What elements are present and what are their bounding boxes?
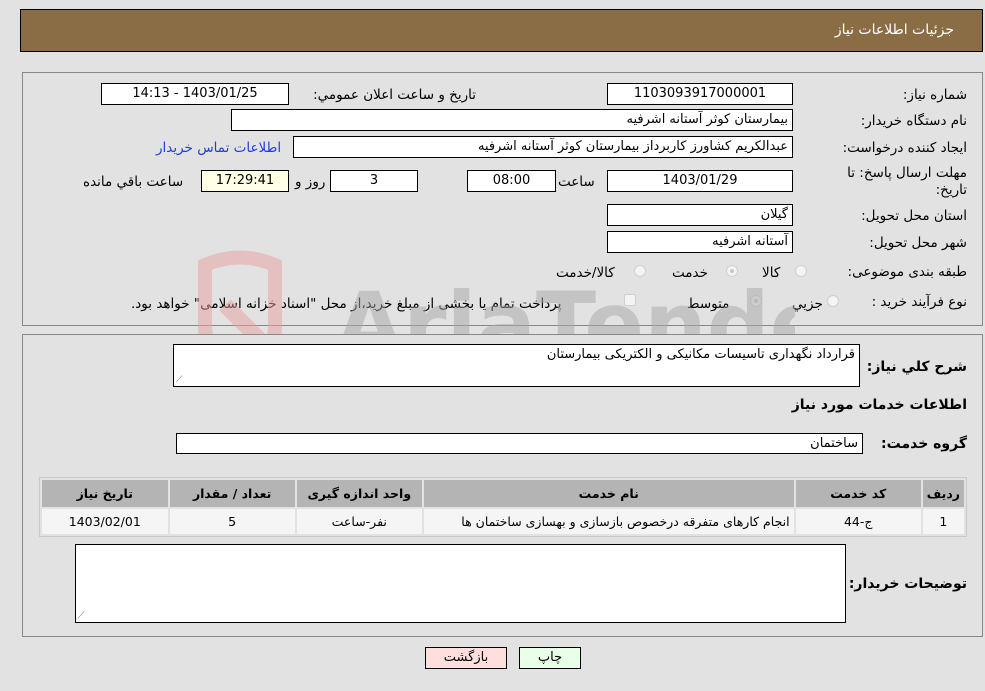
purchase-radio-minor[interactable] [827,295,839,307]
purchase-option-minor: جزيي [792,296,823,312]
cell-service-name: انجام کارهای متفرقه درخصوص بازسازی و بهس… [423,509,794,534]
days-label: روز و [295,174,326,190]
buyer-contact-link[interactable]: اطلاعات تماس خریدار [156,140,281,156]
description-text: قرارداد نگهداری تاسیسات مکانیکی و الکتری… [546,347,855,362]
category-radio-goods[interactable] [795,265,807,277]
table-header-row: ردیف کد خدمت نام خدمت واحد اندازه گیری ت… [42,480,964,507]
cell-need-date: 1403/02/01 [42,509,168,534]
deadline-date-field[interactable]: 1403/01/29 [607,170,793,192]
days-remaining-field[interactable]: 3 [330,170,418,192]
requester-field[interactable]: عبدالکریم کشاورز کاربرداز بیمارستان کوثر… [293,136,793,158]
province-label: استان محل تحویل: [861,208,967,224]
table-row: 1 ج-44 انجام کارهای متفرقه درخصوص بازساز… [42,509,964,534]
category-radio-goods-service[interactable] [634,265,646,277]
col-need-date: تاریخ نیاز [42,480,168,507]
purchase-radio-medium[interactable] [750,295,762,307]
page-title: جزئیات اطلاعات نیاز [834,22,954,38]
col-unit: واحد اندازه گیری [296,480,422,507]
resize-grip-icon[interactable]: ⟋ [176,376,185,385]
service-group-label: گروه خدمت: [881,436,967,452]
cell-service-code: ج-44 [795,509,921,534]
treasury-note: پرداخت تمام یا بخشی از مبلغ خرید،از محل … [131,296,562,312]
announce-datetime-label: تاریخ و ساعت اعلان عمومي: [313,87,476,103]
city-label: شهر محل تحویل: [869,235,967,251]
cell-row-number: 1 [922,509,964,534]
buyer-notes-label: توضیحات خریدار: [848,576,967,592]
time-remaining-label: ساعت باقي مانده [83,174,184,190]
cell-unit: نفر-ساعت [296,509,422,534]
category-radio-service[interactable] [726,265,738,277]
service-group-field[interactable]: ساختمان [176,433,863,454]
need-number-label: شماره نیاز: [902,87,967,103]
category-option-service: خدمت [672,265,708,281]
purchase-type-label: نوع فرآیند خرید : [871,294,967,310]
col-service-name: نام خدمت [423,480,794,507]
col-row-number: ردیف [922,480,964,507]
category-option-goods-service: کالا/خدمت [556,265,615,281]
requester-label: ایجاد کننده درخواست: [842,140,967,156]
category-label: طبقه بندی موضوعی: [847,264,967,280]
city-field[interactable]: آستانه اشرفیه [607,231,793,253]
purchase-option-medium: متوسط [687,296,730,312]
buyer-notes-textarea[interactable]: ⟋ [75,544,846,623]
back-button[interactable]: بازگشت [425,647,507,669]
cell-quantity: 5 [169,509,295,534]
treasury-checkbox[interactable] [624,294,636,306]
col-service-code: کد خدمت [795,480,921,507]
province-field[interactable]: گیلان [607,204,793,226]
deadline-label: مهلت ارسال پاسخ: تا تاریخ: [847,165,967,198]
services-table: ردیف کد خدمت نام خدمت واحد اندازه گیری ت… [39,477,967,537]
page-header: جزئیات اطلاعات نیاز [20,9,983,52]
description-textarea[interactable]: قرارداد نگهداری تاسیسات مکانیکی و الکتری… [173,344,860,387]
buyer-org-field[interactable]: بیمارستان کوثر آستانه اشرفیه [231,109,793,131]
buyer-org-label: نام دستگاه خریدار: [860,113,967,129]
need-number-field[interactable]: 1103093917000001 [607,83,793,105]
category-option-goods: کالا [762,265,781,281]
deadline-time-label: ساعت [558,174,595,190]
resize-grip-icon[interactable]: ⟋ [78,612,87,621]
deadline-time-field[interactable]: 08:00 [467,170,556,192]
print-button[interactable]: چاپ [519,647,581,669]
services-section-title: اطلاعات خدمات مورد نیاز [791,397,967,413]
time-remaining-field: 17:29:41 [201,170,289,192]
col-quantity: تعداد / مقدار [169,480,295,507]
description-label: شرح کلي نیاز: [866,359,967,375]
announce-datetime-field[interactable]: 1403/01/25 - 14:13 [101,83,289,105]
